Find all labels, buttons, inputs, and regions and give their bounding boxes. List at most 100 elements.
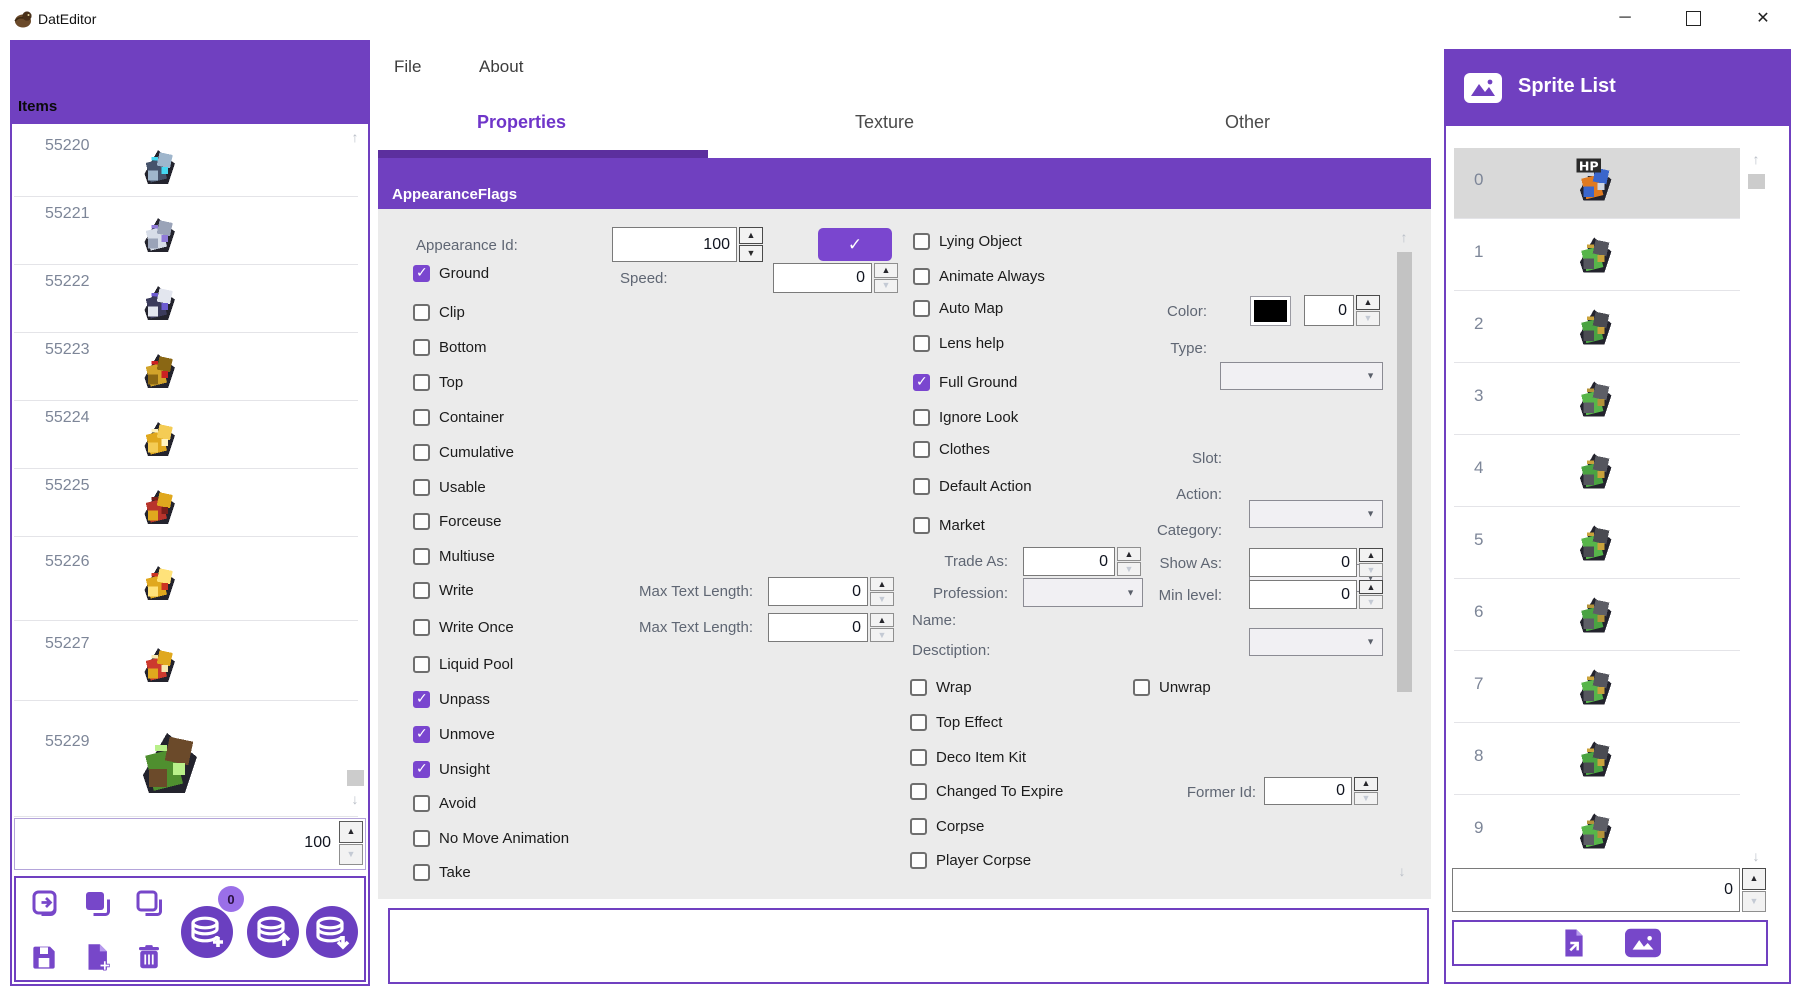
checkbox-lying-object[interactable]: Lying Object <box>913 232 1022 250</box>
trash-icon[interactable] <box>134 942 164 972</box>
min-level-input[interactable]: 0 <box>1249 580 1357 609</box>
checkbox-liquid-pool[interactable]: Liquid Pool <box>413 655 513 673</box>
flags-scroll-up-icon[interactable]: ↑ <box>1394 228 1414 246</box>
category-dropdown[interactable] <box>1249 628 1383 656</box>
items-scroll-down-icon[interactable]: ↓ <box>345 790 365 808</box>
sprite-row[interactable]: 5 <box>1454 508 1740 578</box>
db-up-icon[interactable] <box>245 904 301 960</box>
checkbox-take[interactable]: Take <box>413 863 471 881</box>
slot-dropdown[interactable] <box>1249 500 1383 528</box>
checkbox-no-move-animation[interactable]: No Move Animation <box>413 829 569 847</box>
db-add-icon[interactable] <box>179 904 235 960</box>
checkbox-corpse[interactable]: Corpse <box>910 817 984 835</box>
sprite-row[interactable]: 4 <box>1454 436 1740 506</box>
sprite-id-spinner[interactable]: 0 ▲▼ <box>1452 868 1766 912</box>
min-level-spinner[interactable]: 0 ▲▼ <box>1249 580 1383 609</box>
max-text-length-input[interactable]: 0 <box>768 577 868 606</box>
checkbox-usable[interactable]: Usable <box>413 478 486 496</box>
swap-icon[interactable] <box>28 886 64 922</box>
item-row[interactable]: 55223 <box>14 334 358 400</box>
checkbox-animate-always[interactable]: Animate Always <box>913 267 1045 285</box>
checkbox-top[interactable]: Top <box>413 373 463 391</box>
speed-input[interactable]: 0 <box>773 263 872 293</box>
max-text-length-spinner[interactable]: 0 ▲▼ <box>768 577 894 606</box>
confirm-button[interactable]: ✓ <box>818 228 892 261</box>
checkbox-unpass[interactable]: Unpass <box>413 690 490 708</box>
checkbox-top-effect[interactable]: Top Effect <box>910 713 1002 731</box>
checkbox-default-action[interactable]: Default Action <box>913 477 1032 495</box>
checkbox-player-corpse[interactable]: Player Corpse <box>910 851 1031 869</box>
checkbox-ground[interactable]: Ground <box>413 264 489 282</box>
checkbox-changed-to-expire[interactable]: Changed To Expire <box>910 782 1063 800</box>
checkbox-unmove[interactable]: Unmove <box>413 725 495 743</box>
checkbox-cumulative[interactable]: Cumulative <box>413 443 514 461</box>
appearance-id-spinner[interactable]: 100 ▲▼ <box>612 227 763 262</box>
tab-texture[interactable]: Texture <box>703 112 1066 142</box>
checkbox-lens-help[interactable]: Lens help <box>913 334 1004 352</box>
minimize-button[interactable]: ─ <box>1600 2 1650 34</box>
former-id-input[interactable]: 0 <box>1264 777 1352 805</box>
show-as-spinner[interactable]: 0 ▲▼ <box>1249 548 1383 577</box>
copy-filled-icon[interactable] <box>80 886 116 922</box>
max-text-length-once-input[interactable]: 0 <box>768 613 868 642</box>
file-export-icon[interactable] <box>1559 927 1589 959</box>
former-id-spinner[interactable]: 0 ▲▼ <box>1264 777 1378 805</box>
item-row[interactable]: 55222 <box>14 266 358 332</box>
tab-properties[interactable]: Properties <box>340 112 703 142</box>
item-row[interactable]: 55227 <box>14 622 358 700</box>
item-row[interactable]: 55226 <box>14 538 358 620</box>
sprites-scroll-up-icon[interactable]: ↑ <box>1746 150 1766 168</box>
checkbox-market[interactable]: Market <box>913 516 985 534</box>
item-row[interactable]: 55220 <box>14 130 358 196</box>
sprite-row[interactable]: 0HP <box>1454 148 1740 218</box>
trade-as-input[interactable]: 0 <box>1023 547 1115 576</box>
copy-outline-icon[interactable] <box>132 886 168 922</box>
flags-scrollbar-thumb[interactable] <box>1397 252 1412 692</box>
checkbox-write[interactable]: Write <box>413 581 474 599</box>
checkbox-clothes[interactable]: Clothes <box>913 440 990 458</box>
item-count-spinner[interactable]: 100 ▲▼ <box>17 821 363 865</box>
checkbox-write-once[interactable]: Write Once <box>413 618 514 636</box>
file-add-icon[interactable] <box>80 940 114 974</box>
item-row[interactable]: 55229 <box>14 702 358 816</box>
checkbox-container[interactable]: Container <box>413 408 504 426</box>
sprite-row[interactable]: 9 <box>1454 796 1740 866</box>
checkbox-ignore-look[interactable]: Ignore Look <box>913 408 1018 426</box>
sprite-row[interactable]: 1 <box>1454 220 1740 290</box>
db-down-icon[interactable] <box>304 904 360 960</box>
checkbox-forceuse[interactable]: Forceuse <box>413 512 502 530</box>
checkbox-avoid[interactable]: Avoid <box>413 794 476 812</box>
flags-scroll-down-icon[interactable]: ↓ <box>1392 862 1412 880</box>
checkbox-wrap[interactable]: Wrap <box>910 678 972 696</box>
checkbox-clip[interactable]: Clip <box>413 303 465 321</box>
sprite-row[interactable]: 6 <box>1454 580 1740 650</box>
checkbox-bottom[interactable]: Bottom <box>413 338 487 356</box>
item-row[interactable]: 55225 <box>14 470 358 536</box>
type-dropdown[interactable] <box>1220 362 1383 390</box>
speed-spinner[interactable]: 0 ▲▼ <box>773 263 898 293</box>
image-import-icon[interactable] <box>1625 928 1661 958</box>
show-as-input[interactable]: 0 <box>1249 548 1357 577</box>
maximize-button[interactable] <box>1668 2 1718 34</box>
sprite-row[interactable]: 7 <box>1454 652 1740 722</box>
items-scrollbar-thumb[interactable] <box>347 770 364 786</box>
item-row[interactable]: 55221 <box>14 198 358 264</box>
sprites-scrollbar-thumb[interactable] <box>1748 174 1765 189</box>
checkbox-deco-item-kit[interactable]: Deco Item Kit <box>910 748 1026 766</box>
checkbox-full-ground[interactable]: Full Ground <box>913 373 1017 391</box>
max-text-length-once-spinner[interactable]: 0 ▲▼ <box>768 613 894 642</box>
color-input[interactable]: 0 <box>1304 295 1354 326</box>
color-swatch[interactable] <box>1250 296 1291 326</box>
sprites-scroll-down-icon[interactable]: ↓ <box>1746 847 1766 865</box>
item-row[interactable]: 55224 <box>14 402 358 468</box>
sprite-id-input[interactable]: 0 <box>1452 868 1740 912</box>
color-spinner[interactable]: 0 ▲▼ <box>1304 295 1380 326</box>
menu-file[interactable]: File <box>394 57 421 77</box>
sprite-row[interactable]: 3 <box>1454 364 1740 434</box>
checkbox-unsight[interactable]: Unsight <box>413 760 490 778</box>
menu-about[interactable]: About <box>479 57 523 77</box>
checkbox-unwrap[interactable]: Unwrap <box>1133 678 1211 696</box>
sprite-row[interactable]: 2 <box>1454 292 1740 362</box>
checkbox-auto-map[interactable]: Auto Map <box>913 299 1003 317</box>
tab-other[interactable]: Other <box>1066 112 1429 142</box>
